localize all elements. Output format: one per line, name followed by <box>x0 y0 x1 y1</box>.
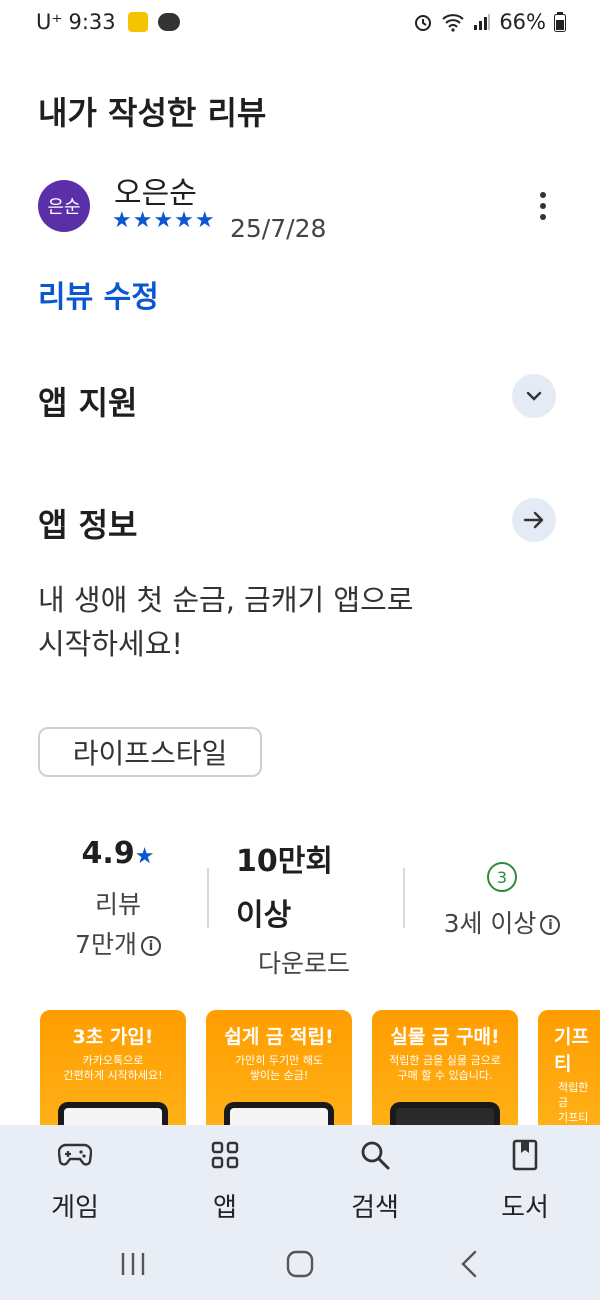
gamepad-icon <box>58 1137 92 1173</box>
bottom-navigation: 게임 앱 검색 도서 <box>0 1125 600 1235</box>
nav-books[interactable]: 도서 <box>450 1125 600 1235</box>
nav-search-label: 검색 <box>351 1193 399 1223</box>
battery-percent: 66% <box>499 10 546 34</box>
app-description: 내 생애 첫 순금, 금캐기 앱으로 시작하세요! <box>38 578 558 666</box>
downloads-stat: 10만회 이상 다운로드 <box>236 836 386 980</box>
nav-apps-label: 앱 <box>213 1193 237 1223</box>
apps-grid-icon <box>211 1137 239 1173</box>
screenshot-subtitle-2: 간편하게 시작하세요! <box>63 1069 163 1082</box>
category-chip[interactable]: 라이프스타일 <box>38 727 262 777</box>
screenshot-thumbnail[interactable]: 쉽게 금 적립! 가만히 두기만 해도 쌓이는 순금! <box>206 1010 352 1140</box>
screenshot-thumbnail[interactable]: 기프티 적립한 금 기프티콘 <box>538 1010 600 1140</box>
page-title: 내가 작성한 리뷰 <box>38 94 267 132</box>
signal-icon <box>474 14 491 30</box>
carrier-label: U⁺ <box>36 10 63 34</box>
recent-apps-icon <box>121 1253 145 1275</box>
expand-app-support-button[interactable] <box>512 374 556 418</box>
rating-stars: ★★★★★ <box>112 208 216 233</box>
status-left: U⁺ 9:33 <box>36 10 180 34</box>
screenshot-title: 실물 금 구매! <box>390 1026 500 1048</box>
screenshot-title: 3초 가입! <box>72 1026 154 1048</box>
description-line-1: 내 생애 첫 순금, 금캐기 앱으로 <box>38 583 414 617</box>
more-options-button[interactable] <box>528 188 558 224</box>
screenshot-subtitle-2: 구매 할 수 있습니다. <box>397 1069 493 1082</box>
search-icon <box>360 1137 390 1173</box>
age-rating-row: 3세 이상 i <box>430 904 574 940</box>
notification-app-icon <box>127 12 148 32</box>
reviewer-name: 오은순 <box>114 176 197 211</box>
age-rating-stat[interactable]: 3 3세 이상 i <box>430 862 574 940</box>
app-info-title: 앱 정보 <box>38 506 138 544</box>
avatar: 은순 <box>38 180 90 232</box>
screenshot-subtitle-1: 적립한 금 <box>558 1081 589 1109</box>
app-support-title: 앱 지원 <box>38 384 138 422</box>
rating-value-row: 4.9★ <box>50 836 186 871</box>
stat-divider <box>403 868 405 928</box>
dot <box>540 214 546 220</box>
nav-apps[interactable]: 앱 <box>150 1125 300 1235</box>
dot <box>540 203 546 209</box>
review-date: 25/7/28 <box>230 214 327 243</box>
nav-games-label: 게임 <box>51 1193 99 1223</box>
status-bar: U⁺ 9:33 66% <box>0 0 600 48</box>
system-navigation-bar <box>0 1235 600 1300</box>
rating-value: 4.9 <box>81 836 135 871</box>
screenshot-thumbnail[interactable]: 실물 금 구매! 적립한 금을 실물 금으로 구매 할 수 있습니다. <box>372 1010 518 1140</box>
downloads-label: 다운로드 <box>258 949 351 978</box>
downloads-value-line-1: 10만회 <box>236 844 333 879</box>
status-right: 66% <box>413 10 566 34</box>
screenshot-subtitle-2: 쌓이는 순금! <box>249 1069 309 1082</box>
screenshot-subtitle-1: 가만히 두기만 해도 <box>235 1054 323 1067</box>
screenshot-subtitle-1: 적립한 금을 실물 금으로 <box>389 1054 501 1067</box>
edit-review-link[interactable]: 리뷰 수정 <box>38 272 159 316</box>
screenshot-title: 기프티 <box>554 1026 589 1075</box>
alarm-icon <box>415 15 432 31</box>
battery-icon <box>554 12 566 32</box>
chevron-down-icon <box>526 391 542 401</box>
dot <box>540 192 546 198</box>
downloads-value-line-2: 이상 <box>236 898 292 933</box>
recent-apps-button[interactable] <box>118 1249 148 1283</box>
nav-search[interactable]: 검색 <box>300 1125 450 1235</box>
age-rating-label: 3세 이상 <box>443 909 537 938</box>
arrow-right-icon <box>523 511 544 529</box>
back-button[interactable] <box>455 1249 485 1283</box>
nav-books-label: 도서 <box>501 1193 549 1223</box>
home-icon <box>286 1250 314 1278</box>
app-info-button[interactable] <box>512 498 556 542</box>
age-rating-badge: 3 <box>487 862 517 892</box>
info-icon: i <box>540 915 561 935</box>
wifi-icon <box>442 14 464 32</box>
screenshot-thumbnail[interactable]: 3초 가입! 카카오톡으로 간편하게 시작하세요! <box>40 1010 186 1140</box>
screenshot-title: 쉽게 금 적립! <box>224 1026 334 1048</box>
home-button[interactable] <box>285 1249 315 1283</box>
rating-stat[interactable]: 4.9★ 리뷰 7만개 i <box>50 836 186 961</box>
info-icon: i <box>140 936 161 956</box>
star-icon: ★ <box>134 844 155 869</box>
status-time: 9:33 <box>68 10 116 34</box>
book-icon <box>512 1137 538 1173</box>
reviews-count-row: 7만개 i <box>50 925 186 961</box>
screenshot-subtitle-1: 카카오톡으로 <box>82 1054 144 1067</box>
description-line-2: 시작하세요! <box>38 627 184 661</box>
chat-notification-icon <box>157 13 180 31</box>
stat-divider <box>207 868 209 928</box>
back-icon <box>461 1250 477 1278</box>
reviews-count: 7만개 <box>75 930 137 959</box>
nav-games[interactable]: 게임 <box>0 1125 150 1235</box>
reviews-label: 리뷰 <box>94 890 141 919</box>
